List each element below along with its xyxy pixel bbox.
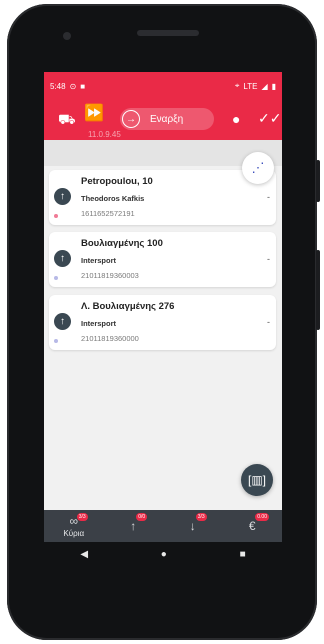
status-dot	[54, 339, 58, 343]
stop-phone: 21011819360003	[81, 271, 139, 280]
sim-icon: ■	[80, 81, 86, 91]
nav-pickup[interactable]: ↑ 0/0	[108, 510, 158, 542]
start-label: Εναρξη	[150, 113, 184, 125]
nav-home-label: Κύρια	[63, 528, 85, 538]
truck-icon[interactable]: ⛟	[58, 112, 76, 126]
battery-icon: ▮	[271, 81, 276, 91]
account-icon[interactable]: ●	[232, 112, 240, 126]
recents-icon[interactable]: ■	[240, 549, 246, 560]
nav-delivery-badge: 3/3	[195, 513, 207, 521]
stop-customer: Intersport	[81, 319, 117, 328]
bottom-navigation: ∞ Κύρια 3/3 ↑ 0/0 ↓ 3/3 € 0.00	[44, 510, 282, 542]
system-nav-bar: ◀ ● ■	[44, 542, 282, 566]
double-check-icon[interactable]: ✓✓	[258, 111, 281, 125]
euro-icon: €	[248, 519, 256, 533]
power-button	[316, 160, 320, 202]
start-button[interactable]: → Εναρξη	[120, 108, 214, 130]
camera	[63, 32, 71, 40]
stop-address: Βουλιαγμένης 100	[81, 238, 163, 249]
home-icon[interactable]: ●	[161, 549, 167, 560]
app-toolbar: ⛟ ⏩ 11.0.9.45 → Εναρξη ● ✓✓	[44, 100, 282, 140]
nav-cash-badge: 0.00	[255, 513, 269, 521]
app-screen: 5:48 ⊙ ■ ⌖ LTE ◢ ▮ ⛟ ⏩ 11.0.9.45 → Εναρξ…	[44, 72, 282, 542]
fast-forward-icon[interactable]: ⏩	[84, 106, 104, 122]
back-icon[interactable]: ◀	[80, 549, 88, 560]
stop-address: Petropoulou, 10	[81, 176, 153, 187]
route-icon: ⋰	[251, 160, 265, 175]
arrow-up-icon[interactable]: ↑	[54, 188, 71, 205]
route-optimize-button[interactable]: ⋰	[242, 152, 274, 184]
arrow-right-icon: →	[122, 110, 140, 128]
arrow-up-icon: ↑	[130, 519, 137, 533]
barcode-scan-icon: [▥]	[247, 473, 266, 487]
nav-pickup-badge: 0/0	[136, 513, 148, 521]
stop-card[interactable]: ↑ Βουλιαγμένης 100 Intersport 2101181936…	[49, 232, 276, 287]
stop-value: -	[267, 192, 270, 202]
status-dot	[54, 214, 58, 218]
sync-icon: ⊙	[69, 81, 77, 91]
scan-barcode-button[interactable]: [▥]	[241, 464, 273, 496]
stop-phone: 21011819360000	[81, 334, 139, 343]
stop-customer: Intersport	[81, 256, 117, 265]
network-label: LTE	[243, 81, 258, 91]
arrow-up-icon[interactable]: ↑	[54, 250, 71, 267]
stop-value: -	[267, 254, 270, 264]
stop-list: ↑ Petropoulou, 10 Theodoros Kafkis 16116…	[44, 140, 282, 510]
volume-button	[316, 250, 320, 330]
nav-home[interactable]: ∞ Κύρια 3/3	[49, 510, 99, 542]
stop-phone: 1611652572191	[81, 209, 135, 218]
location-icon: ⌖	[234, 81, 240, 90]
arrow-up-icon[interactable]: ↑	[54, 313, 71, 330]
stop-address: Λ. Βουλιαγμένης 276	[81, 301, 175, 312]
nav-delivery[interactable]: ↓ 3/3	[168, 510, 218, 542]
app-version: 11.0.9.45	[88, 130, 121, 139]
nav-cash[interactable]: € 0.00	[227, 510, 277, 542]
arrow-down-icon: ↓	[189, 519, 196, 533]
status-time: 5:48	[50, 81, 66, 91]
signal-icon: ◢	[261, 81, 268, 91]
stop-card[interactable]: ↑ Petropoulou, 10 Theodoros Kafkis 16116…	[49, 170, 276, 225]
stop-customer: Theodoros Kafkis	[81, 194, 145, 203]
status-dot	[54, 276, 58, 280]
speaker-grille	[137, 30, 199, 36]
stop-card[interactable]: ↑ Λ. Βουλιαγμένης 276 Intersport 2101181…	[49, 295, 276, 350]
nav-home-badge: 3/3	[76, 513, 88, 521]
status-bar: 5:48 ⊙ ■ ⌖ LTE ◢ ▮	[44, 72, 282, 100]
stop-value: -	[267, 317, 270, 327]
